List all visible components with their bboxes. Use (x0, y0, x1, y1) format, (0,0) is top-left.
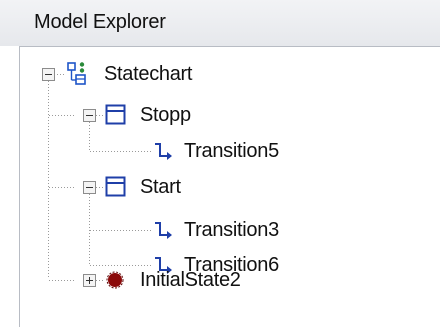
transition-icon (155, 143, 172, 160)
model-explorer-window: Model Explorer Statechart Stopp Transiti… (0, 0, 440, 327)
tree-node-stopp[interactable]: Stopp (140, 98, 191, 132)
node-label: InitialState2 (140, 268, 241, 291)
tree-node-transition5[interactable]: Transition5 (184, 134, 279, 168)
tree-panel[interactable]: Statechart Stopp Transition5 Start Trans… (19, 46, 440, 327)
panel-header: Model Explorer (0, 0, 440, 46)
collapse-icon[interactable] (42, 68, 55, 81)
state-icon (105, 104, 126, 125)
initial-state-icon (106, 271, 124, 289)
tree-node-statechart[interactable]: Statechart (104, 57, 192, 91)
node-label: Start (140, 175, 181, 198)
tree-node-start[interactable]: Start (140, 170, 181, 204)
panel-title: Model Explorer (34, 11, 166, 33)
node-label: Transition5 (184, 139, 279, 162)
collapse-icon[interactable] (83, 181, 96, 194)
node-label: Stopp (140, 103, 191, 126)
state-icon (105, 176, 126, 197)
transition-icon (155, 222, 172, 239)
node-label: Transition3 (184, 218, 279, 241)
tree-node-initialstate2[interactable]: InitialState2 (140, 263, 241, 297)
statechart-icon (67, 62, 86, 85)
tree-node-transition3[interactable]: Transition3 (184, 213, 279, 247)
expand-icon[interactable] (83, 274, 96, 287)
collapse-icon[interactable] (83, 109, 96, 122)
node-label: Statechart (104, 62, 193, 85)
